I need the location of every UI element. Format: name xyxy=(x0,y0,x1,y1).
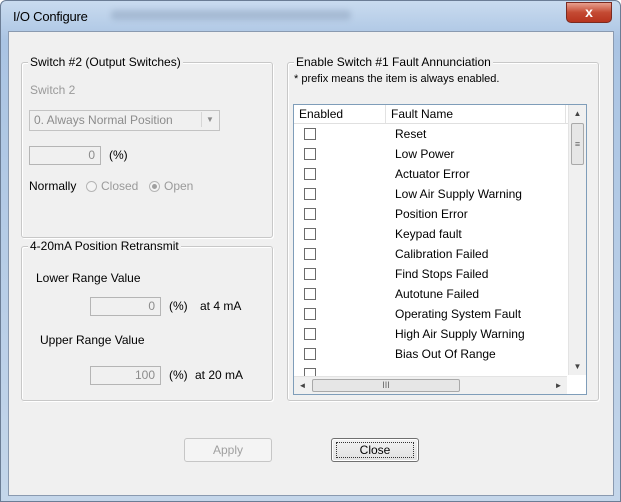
fault-group-title: Enable Switch #1 Fault Annunciation xyxy=(294,55,493,69)
closed-radio[interactable] xyxy=(86,181,97,192)
fault-list-header: Enabled Fault Name xyxy=(294,105,586,124)
enabled-checkbox[interactable] xyxy=(304,188,316,200)
scroll-up-arrow-icon[interactable]: ▲ xyxy=(569,105,586,122)
lower-range-unit: (%) xyxy=(169,299,188,313)
open-radio[interactable] xyxy=(149,181,160,192)
fault-row[interactable]: Keypad fault xyxy=(294,225,564,245)
fault-row[interactable]: Bias Out Of Range xyxy=(294,345,564,365)
switch2-group-title: Switch #2 (Output Switches) xyxy=(28,55,183,69)
enabled-checkbox[interactable] xyxy=(304,288,316,300)
fault-row[interactable]: Find Stops Failed xyxy=(294,265,564,285)
fault-name: Low Air Supply Warning xyxy=(395,187,522,201)
enabled-checkbox[interactable] xyxy=(304,348,316,360)
fault-note: * prefix means the item is always enable… xyxy=(294,73,500,85)
fault-row[interactable]: High Air Supply Warning xyxy=(294,325,564,345)
fault-name: Operating System Fault xyxy=(395,307,522,321)
fault-name: Calibration Failed xyxy=(395,247,489,261)
enabled-checkbox[interactable] xyxy=(304,128,316,140)
enabled-checkbox[interactable] xyxy=(304,268,316,280)
fault-row[interactable]: Actuator Error xyxy=(294,165,564,185)
fault-name: Actuator Error xyxy=(395,167,470,181)
blurred-title-area xyxy=(111,10,351,20)
scroll-right-arrow-icon[interactable]: ► xyxy=(550,377,567,394)
closed-radio-label: Closed xyxy=(101,179,139,193)
switch2-percent-field[interactable]: 0 xyxy=(29,146,101,165)
switch2-select-value: 0. Always Normal Position xyxy=(34,113,173,127)
fault-row[interactable]: Low Air Supply Warning xyxy=(294,185,564,205)
fault-list-vertical-scrollbar[interactable]: ▲ ≡ ▼ xyxy=(568,105,586,375)
fault-list-horizontal-scrollbar[interactable]: ◄ III ► xyxy=(294,376,567,394)
fault-row[interactable]: Low Power xyxy=(294,145,564,165)
enabled-checkbox[interactable] xyxy=(304,168,316,180)
fault-row[interactable]: Reset xyxy=(294,125,564,145)
horizontal-scroll-thumb[interactable]: III xyxy=(312,379,460,392)
fault-group: Enable Switch #1 Fault Annunciation * pr… xyxy=(287,55,599,401)
fault-name: Position Error xyxy=(395,207,468,221)
fault-name: High Air Supply Warning xyxy=(395,327,525,341)
fault-name: Low Power xyxy=(395,147,455,161)
scroll-down-arrow-icon[interactable]: ▼ xyxy=(569,358,586,375)
enabled-checkbox[interactable] xyxy=(304,328,316,340)
window-close-button[interactable]: x xyxy=(566,2,612,23)
switch2-percent-unit: (%) xyxy=(109,148,128,162)
title-bar[interactable]: I/O Configure x xyxy=(1,1,620,31)
fault-row[interactable]: Operating System Fault xyxy=(294,305,564,325)
switch2-position-select[interactable]: 0. Always Normal Position ▼ xyxy=(29,110,220,131)
column-header-fault-name[interactable]: Fault Name xyxy=(386,105,566,123)
retransmit-group: 4-20mA Position Retransmit Lower Range V… xyxy=(21,239,273,401)
lower-range-label: Lower Range Value xyxy=(36,271,141,285)
enabled-checkbox[interactable] xyxy=(304,248,316,260)
upper-range-unit: (%) xyxy=(169,368,188,382)
fault-row[interactable]: Autotune Failed xyxy=(294,285,564,305)
fault-name: Autotune Failed xyxy=(395,287,480,301)
io-configure-window: I/O Configure x Switch #2 (Output Switch… xyxy=(0,0,621,502)
enabled-checkbox[interactable] xyxy=(304,148,316,160)
scroll-left-arrow-icon[interactable]: ◄ xyxy=(294,377,311,394)
switch2-group: Switch #2 (Output Switches) Switch 2 0. … xyxy=(21,55,273,238)
close-button[interactable]: Close xyxy=(331,438,419,462)
fault-name: Bias Out Of Range xyxy=(395,347,496,361)
enabled-checkbox[interactable] xyxy=(304,208,316,220)
fault-name: Reset xyxy=(395,127,427,141)
fault-row[interactable]: Position Error xyxy=(294,205,564,225)
vertical-scroll-thumb[interactable]: ≡ xyxy=(571,123,584,165)
upper-range-label: Upper Range Value xyxy=(40,333,145,347)
chevron-down-icon[interactable]: ▼ xyxy=(201,112,218,127)
dialog-client-area: Switch #2 (Output Switches) Switch 2 0. … xyxy=(8,31,614,496)
focus-rectangle xyxy=(336,442,414,458)
upper-range-at: at 20 mA xyxy=(195,368,244,382)
fault-row[interactable]: Calibration Failed xyxy=(294,245,564,265)
fault-name: Keypad fault xyxy=(395,227,462,241)
enabled-checkbox[interactable] xyxy=(304,228,316,240)
lower-range-field[interactable]: 0 xyxy=(90,297,161,316)
apply-button[interactable]: Apply xyxy=(184,438,272,462)
switch2-label: Switch 2 xyxy=(30,83,76,97)
upper-range-field[interactable]: 100 xyxy=(90,366,161,385)
lower-range-at: at 4 mA xyxy=(200,299,242,313)
enabled-checkbox[interactable] xyxy=(304,308,316,320)
retransmit-group-title: 4-20mA Position Retransmit xyxy=(28,239,181,253)
fault-name: Find Stops Failed xyxy=(395,267,489,281)
window-title: I/O Configure xyxy=(13,9,88,24)
fault-list[interactable]: Enabled Fault Name Reset Low Power Actua… xyxy=(293,104,587,395)
normally-label: Normally xyxy=(29,179,77,193)
open-radio-label: Open xyxy=(164,179,194,193)
column-header-enabled[interactable]: Enabled xyxy=(294,105,386,123)
